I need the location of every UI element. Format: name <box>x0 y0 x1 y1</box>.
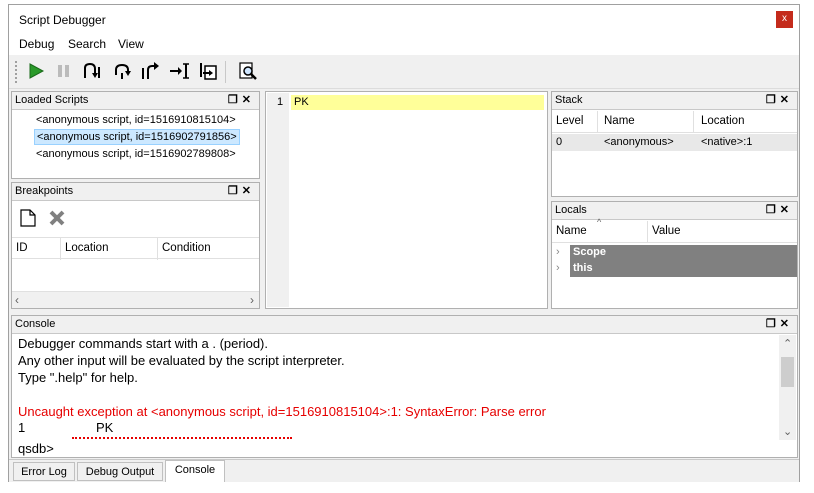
scroll-left-icon[interactable]: ‹ <box>15 293 19 307</box>
locals-title: Locals <box>555 204 587 216</box>
locals-name: this <box>573 262 593 274</box>
dock-float-close-icons[interactable]: ❐✕ <box>766 93 793 106</box>
column-header-name[interactable]: Name <box>556 225 587 237</box>
console-error-line: Uncaught exception at <anonymous script,… <box>18 404 546 419</box>
tab-debug-output[interactable]: Debug Output <box>77 462 163 481</box>
scroll-up-icon[interactable]: ⌃ <box>783 337 792 350</box>
menu-search[interactable]: Search <box>68 37 106 51</box>
script-item[interactable]: <anonymous script, id=1516910815104> <box>34 112 238 128</box>
toolbar-grip[interactable] <box>15 61 18 83</box>
dock-float-close-icons[interactable]: ❐✕ <box>228 93 255 106</box>
delete-breakpoint-icon[interactable] <box>48 209 66 230</box>
column-header-name[interactable]: Name <box>604 115 635 127</box>
breakpoints-header: ID Location Condition <box>12 237 259 260</box>
menu-view[interactable]: View <box>118 37 144 51</box>
column-header-value[interactable]: Value <box>652 225 681 237</box>
console-line: Debugger commands start with a . (period… <box>18 336 268 351</box>
locals-panel: Locals ❐✕ Name ^ Value › Scope › this <box>551 201 798 309</box>
menu-bar: Debug Search View <box>9 33 799 55</box>
close-button[interactable]: x <box>776 11 793 28</box>
locals-name: Scope <box>573 246 607 258</box>
dock-float-close-icons[interactable]: ❐✕ <box>766 317 793 330</box>
toolbar-separator <box>225 61 226 83</box>
line-number-gutter: 1 <box>267 93 289 307</box>
console-titlebar: Console ❐✕ <box>12 316 797 334</box>
scroll-thumb[interactable] <box>781 357 794 387</box>
stack-header: Level Name Location <box>552 111 797 133</box>
toolbar <box>9 55 799 89</box>
stack-name: <anonymous> <box>604 136 674 148</box>
loaded-scripts-title: Loaded Scripts <box>15 94 89 106</box>
error-marker <box>72 437 292 439</box>
new-breakpoint-icon[interactable] <box>20 209 36 230</box>
console-prompt[interactable]: qsdb> <box>18 441 54 456</box>
console-source-line-code: PK <box>96 420 114 435</box>
console-source-line-number: 1 <box>18 420 26 435</box>
locals-header: Name ^ Value <box>552 217 797 243</box>
locals-row-this[interactable]: this <box>570 261 797 277</box>
play-icon[interactable] <box>25 60 47 82</box>
expand-icon[interactable]: › <box>556 246 560 258</box>
dock-float-close-icons[interactable]: ❐✕ <box>766 203 793 216</box>
scroll-right-icon[interactable]: › <box>250 293 254 307</box>
stack-title: Stack <box>555 94 583 106</box>
scroll-down-icon[interactable]: ⌄ <box>783 425 792 438</box>
script-item-selected[interactable]: <anonymous script, id=1516902791856> <box>34 129 240 145</box>
tab-error-log[interactable]: Error Log <box>13 462 75 481</box>
dock-float-close-icons[interactable]: ❐✕ <box>228 184 255 197</box>
step-out-icon[interactable] <box>139 60 161 82</box>
console-panel: Console ❐✕ Debugger commands start with … <box>11 315 798 458</box>
breakpoints-titlebar: Breakpoints ❐✕ <box>12 183 259 201</box>
window-title: Script Debugger <box>19 13 106 27</box>
stack-row[interactable]: 0 <anonymous> <native>:1 <box>552 134 797 151</box>
code-editor[interactable]: 1 PK <box>265 91 548 309</box>
current-line-highlight: PK <box>291 95 544 110</box>
locals-row-scope[interactable]: Scope <box>570 245 797 261</box>
sort-indicator-icon: ^ <box>597 217 602 227</box>
expand-icon[interactable]: › <box>556 262 560 274</box>
script-item[interactable]: <anonymous script, id=1516902789808> <box>34 146 238 162</box>
step-into-icon[interactable] <box>81 60 103 82</box>
horizontal-scrollbar[interactable]: ‹ › <box>12 291 259 308</box>
step-over-icon[interactable] <box>111 60 133 82</box>
title-bar: Script Debugger x <box>9 5 799 33</box>
vertical-scrollbar[interactable]: ⌃ ⌄ <box>779 335 796 440</box>
console-line: Type ".help" for help. <box>18 370 138 385</box>
stack-panel: Stack ❐✕ Level Name Location 0 <anonymou… <box>551 91 798 197</box>
column-header-location[interactable]: Location <box>701 115 744 127</box>
run-to-new-script-icon[interactable] <box>197 60 219 82</box>
column-header-location[interactable]: Location <box>65 242 108 254</box>
column-header-level[interactable]: Level <box>556 115 584 127</box>
menu-debug[interactable]: Debug <box>19 37 54 51</box>
script-debugger-window: Script Debugger x Debug Search View Load… <box>8 4 800 482</box>
loaded-scripts-panel: Loaded Scripts ❐✕ <anonymous script, id=… <box>11 91 260 179</box>
console-title: Console <box>15 318 56 330</box>
pause-icon[interactable] <box>53 60 75 82</box>
stack-titlebar: Stack ❐✕ <box>552 92 797 110</box>
column-header-condition[interactable]: Condition <box>162 242 211 254</box>
breakpoints-title: Breakpoints <box>15 185 74 197</box>
locals-titlebar: Locals ❐✕ <box>552 202 797 220</box>
loaded-scripts-titlebar: Loaded Scripts ❐✕ <box>12 92 259 110</box>
breakpoints-panel: Breakpoints ❐✕ ID Location Condition ‹ › <box>11 182 260 309</box>
tab-console[interactable]: Console <box>165 460 225 482</box>
console-line: Any other input will be evaluated by the… <box>18 353 345 368</box>
stack-level: 0 <box>556 136 563 148</box>
bottom-tab-bar: Error Log Debug Output Console <box>9 459 799 482</box>
line-number: 1 <box>277 96 284 108</box>
column-header-id[interactable]: ID <box>16 242 28 254</box>
stack-location: <native>:1 <box>701 136 753 148</box>
find-icon[interactable] <box>237 60 259 82</box>
code-text: PK <box>294 96 309 108</box>
run-to-cursor-icon[interactable] <box>169 60 191 82</box>
